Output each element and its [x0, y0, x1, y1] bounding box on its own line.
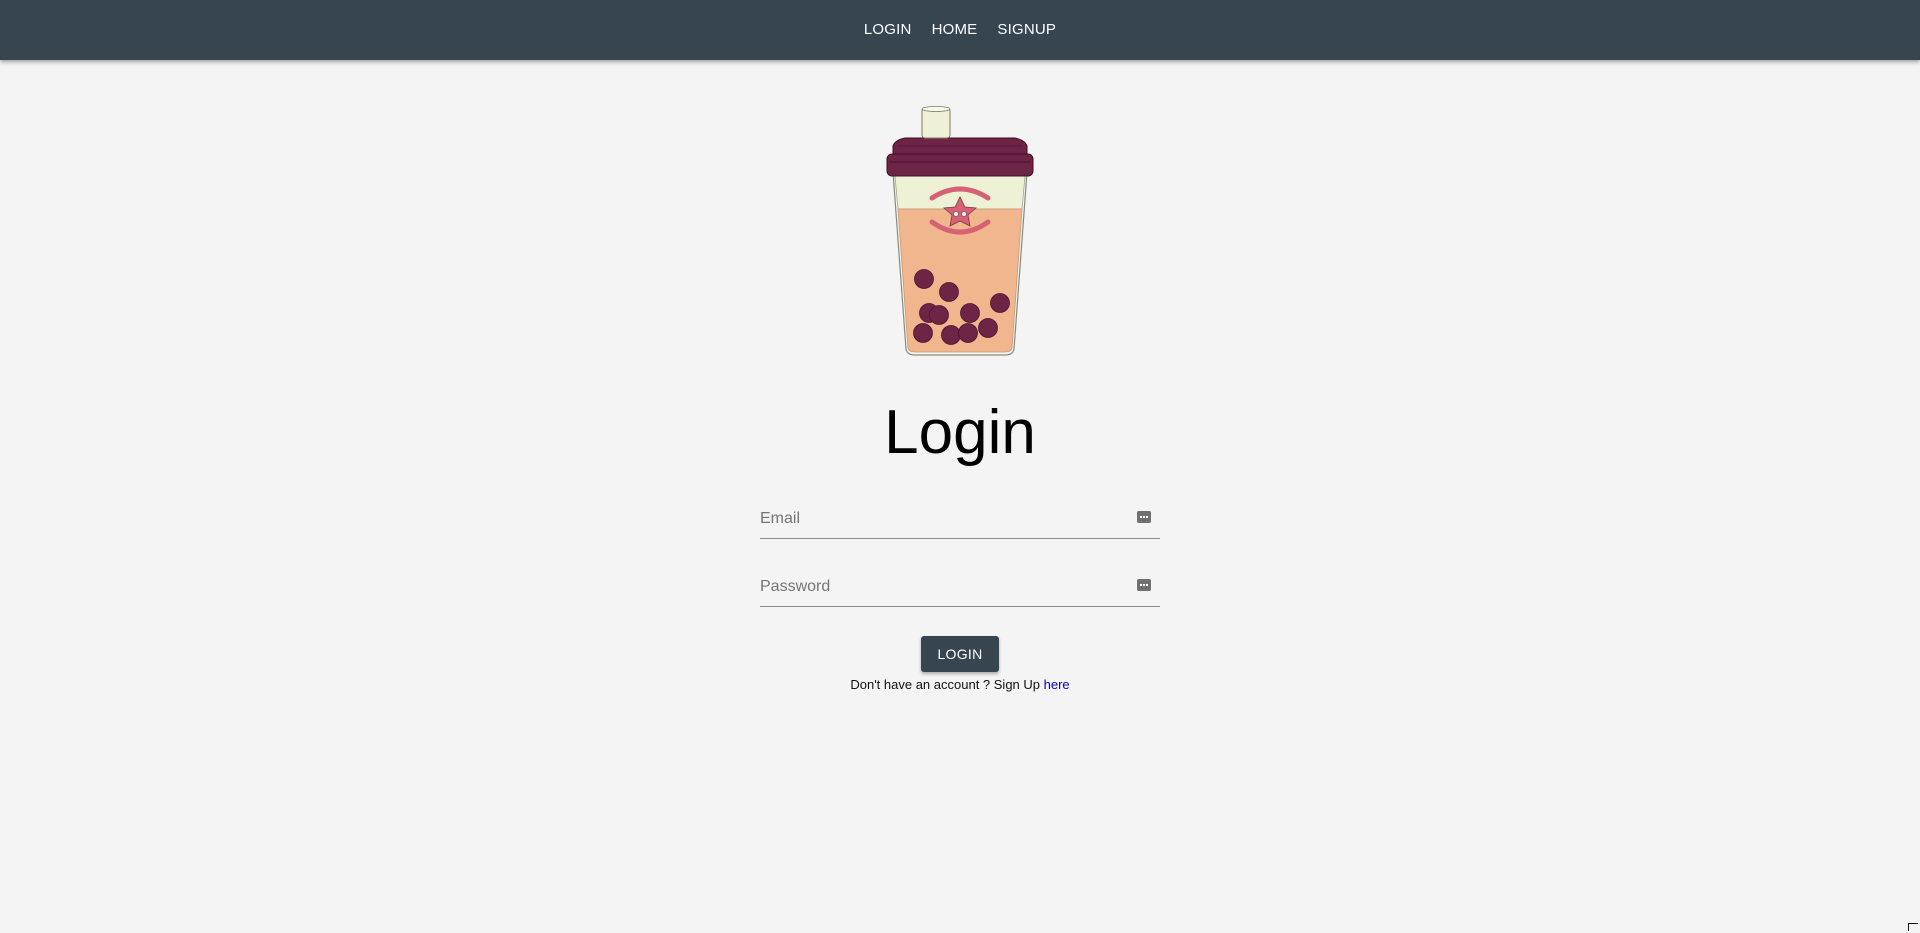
- emblem-eye-right: [961, 211, 967, 217]
- straw: [921, 107, 951, 139]
- top-navbar: LOGIN HOME SIGNUP: [0, 0, 1920, 60]
- login-button[interactable]: LOGIN: [921, 636, 999, 672]
- signup-hint-text: Don't have an account ? Sign Up: [850, 677, 1044, 692]
- email-input[interactable]: [760, 502, 1120, 536]
- cup-lid-top: [892, 137, 1028, 157]
- password-input[interactable]: [760, 570, 1120, 604]
- resize-corner-icon: [1908, 923, 1918, 931]
- nav-links: LOGIN HOME SIGNUP: [0, 0, 1920, 58]
- password-manager-key-icon[interactable]: [1137, 579, 1151, 591]
- nav-signup-link[interactable]: SIGNUP: [987, 21, 1066, 38]
- password-field: [760, 570, 1160, 607]
- signup-here-link[interactable]: here: [1044, 677, 1070, 692]
- nav-home-link[interactable]: HOME: [922, 21, 988, 38]
- emblem-eye-left: [953, 211, 959, 217]
- email-field: [760, 502, 1160, 539]
- page-title: Login: [884, 398, 1036, 467]
- signup-hint: Don't have an account ? Sign Up here: [0, 676, 1920, 694]
- cup-lid-rim: [886, 153, 1034, 177]
- bubble-tea-cup-icon: [886, 106, 1034, 356]
- nav-login-link[interactable]: LOGIN: [854, 21, 922, 38]
- password-manager-key-icon[interactable]: [1137, 511, 1151, 523]
